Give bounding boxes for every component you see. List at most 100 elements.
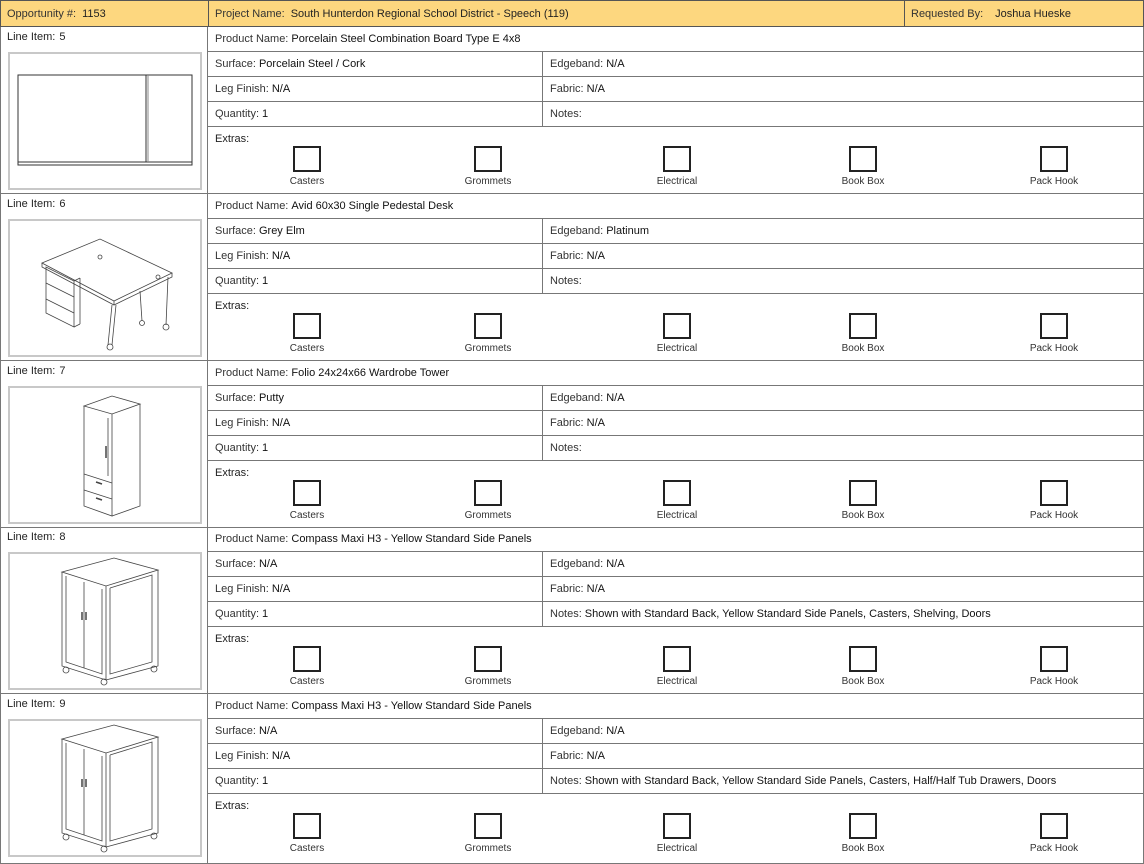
checkbox-box[interactable]	[474, 146, 502, 172]
checkbox-casters[interactable]: Casters	[276, 646, 338, 687]
checkbox-box[interactable]	[1040, 480, 1068, 506]
checkbox-pack-hook[interactable]: Pack Hook	[1023, 146, 1085, 187]
leg-finish-label: Leg Finish:	[215, 750, 269, 762]
quantity-field: Quantity: 1	[208, 269, 543, 293]
checkbox-box[interactable]	[293, 480, 321, 506]
checkbox-book-box[interactable]: Book Box	[832, 480, 894, 521]
header-bar: Opportunity #: 1153 Project Name: South …	[0, 0, 1144, 27]
checkbox-box[interactable]	[663, 146, 691, 172]
checkbox-label: Grommets	[464, 176, 512, 187]
checkbox-box[interactable]	[849, 313, 877, 339]
checkbox-book-box[interactable]: Book Box	[832, 646, 894, 687]
line-item-label-wrap: Line Item: 8	[7, 531, 65, 543]
product-image	[8, 552, 202, 690]
checkbox-book-box[interactable]: Book Box	[832, 313, 894, 354]
checkbox-casters[interactable]: Casters	[276, 313, 338, 354]
checkbox-label: Casters	[289, 176, 325, 187]
checkbox-box[interactable]	[293, 813, 321, 839]
line-item-label: Line Item:	[7, 198, 56, 210]
checkbox-grommets[interactable]: Grommets	[457, 646, 519, 687]
notes-label: Notes:	[550, 275, 582, 287]
edgeband-label: Edgeband:	[550, 725, 604, 737]
fabric-label: Fabric:	[550, 750, 584, 762]
quantity-row: Quantity: 1 Notes: Shown with Standard Bac…	[208, 602, 1144, 627]
product-image	[8, 386, 202, 524]
edgeband-value: N/A	[606, 392, 625, 404]
product-name-row: Product Name: Compass Maxi H3 - Yellow St…	[208, 527, 1144, 552]
opportunity-label: Opportunity #:	[7, 7, 77, 20]
surface-row: Surface: N/A Edgeband: N/A	[208, 552, 1144, 577]
checkbox-box[interactable]	[1040, 646, 1068, 672]
checkbox-grommets[interactable]: Grommets	[457, 813, 519, 854]
product-name-label: Product Name:	[215, 533, 289, 545]
checkbox-casters[interactable]: Casters	[276, 480, 338, 521]
checkbox-box[interactable]	[849, 146, 877, 172]
checkbox-pack-hook[interactable]: Pack Hook	[1023, 480, 1085, 521]
product-name-field: Product Name: Porcelain Steel Combination…	[208, 27, 520, 51]
checkbox-box[interactable]	[1040, 313, 1068, 339]
checkbox-box[interactable]	[849, 813, 877, 839]
checkbox-label: Electrical	[656, 510, 698, 521]
quantity-row: Quantity: 1 Notes:	[208, 269, 1144, 294]
checkbox-label: Electrical	[656, 343, 698, 354]
checkbox-box[interactable]	[663, 480, 691, 506]
surface-row: Surface: Grey Elm Edgeband: Platinum	[208, 219, 1144, 244]
checkbox-label: Casters	[289, 343, 325, 354]
checkbox-box[interactable]	[293, 146, 321, 172]
notes-label: Notes:	[550, 442, 582, 454]
checkbox-casters[interactable]: Casters	[276, 146, 338, 187]
checkbox-box[interactable]	[849, 646, 877, 672]
checkbox-grommets[interactable]: Grommets	[457, 480, 519, 521]
checkbox-box[interactable]	[293, 313, 321, 339]
checkbox-box[interactable]	[474, 646, 502, 672]
checkbox-book-box[interactable]: Book Box	[832, 146, 894, 187]
fabric-field: Fabric: N/A	[543, 411, 1144, 435]
quantity-label: Quantity:	[215, 275, 260, 287]
checkbox-grommets[interactable]: Grommets	[457, 313, 519, 354]
leg-finish-field: Leg Finish: N/A	[208, 244, 543, 268]
checkbox-box[interactable]	[663, 813, 691, 839]
checkbox-box[interactable]	[293, 646, 321, 672]
checkbox-pack-hook[interactable]: Pack Hook	[1023, 313, 1085, 354]
surface-field: Surface: N/A	[208, 719, 543, 743]
checkbox-box[interactable]	[663, 646, 691, 672]
product-name-row: Product Name: Avid 60x30 Single Pedestal …	[208, 194, 1144, 219]
product-name-label: Product Name:	[215, 367, 289, 379]
checkbox-electrical[interactable]: Electrical	[646, 480, 708, 521]
checkbox-electrical[interactable]: Electrical	[646, 646, 708, 687]
notes-label: Notes:	[550, 775, 582, 787]
opportunity-cell: Opportunity #: 1153	[1, 1, 209, 26]
checkbox-electrical[interactable]: Electrical	[646, 313, 708, 354]
leg-finish-value: N/A	[271, 750, 291, 762]
checkbox-box[interactable]	[474, 480, 502, 506]
checkbox-electrical[interactable]: Electrical	[646, 146, 708, 187]
checkbox-label: Grommets	[464, 510, 512, 521]
quantity-field: Quantity: 1	[208, 769, 543, 793]
checkbox-box[interactable]	[474, 313, 502, 339]
quantity-row: Quantity: 1 Notes: Shown with Standard Bac…	[208, 769, 1144, 794]
checkbox-pack-hook[interactable]: Pack Hook	[1023, 646, 1085, 687]
checkbox-box[interactable]	[1040, 146, 1068, 172]
checkbox-pack-hook[interactable]: Pack Hook	[1023, 813, 1085, 854]
edgeband-value: N/A	[606, 558, 625, 570]
line-item-details: Product Name: Avid 60x30 Single Pedestal …	[208, 194, 1144, 360]
checkbox-label: Pack Hook	[1029, 343, 1079, 354]
checkbox-box[interactable]	[474, 813, 502, 839]
product-name-row: Product Name: Folio 24x24x66 Wardrobe Tow…	[208, 361, 1144, 386]
checkbox-box[interactable]	[663, 313, 691, 339]
quantity-field: Quantity: 1	[208, 102, 543, 126]
line-item-left: Line Item: 8	[0, 527, 208, 693]
leg-finish-field: Leg Finish: N/A	[208, 411, 543, 435]
leg-finish-field: Leg Finish: N/A	[208, 77, 543, 101]
checkbox-box[interactable]	[849, 480, 877, 506]
checkbox-casters[interactable]: Casters	[276, 813, 338, 854]
checkbox-electrical[interactable]: Electrical	[646, 813, 708, 854]
checkbox-box[interactable]	[1040, 813, 1068, 839]
product-image	[8, 719, 202, 857]
fabric-field: Fabric: N/A	[543, 577, 1144, 601]
quantity-value: 1	[262, 608, 269, 620]
checkbox-book-box[interactable]: Book Box	[832, 813, 894, 854]
checkbox-grommets[interactable]: Grommets	[457, 146, 519, 187]
edgeband-label: Edgeband:	[550, 392, 604, 404]
edgeband-value: N/A	[606, 725, 625, 737]
